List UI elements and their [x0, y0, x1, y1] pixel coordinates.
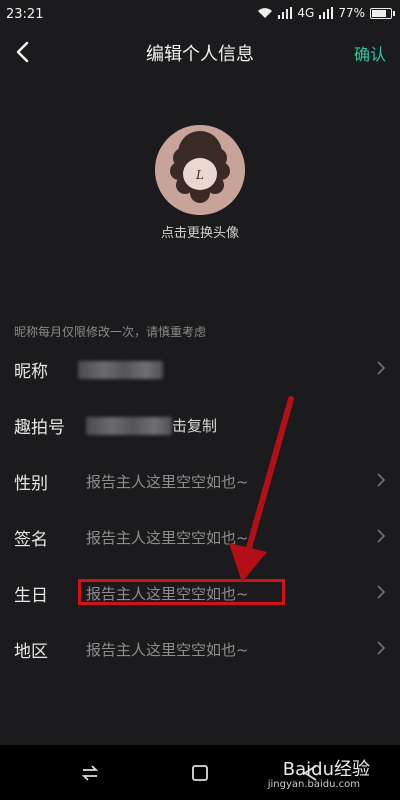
battery-fill — [372, 9, 386, 17]
row-id[interactable]: 趣拍号 击复制 — [0, 397, 400, 453]
blurred-id — [86, 417, 172, 435]
row-nickname[interactable]: 昵称 — [0, 341, 400, 397]
chevron-right-icon — [377, 641, 386, 655]
chevron-right-icon — [377, 473, 386, 487]
battery-icon — [370, 7, 395, 19]
status-time: 23:21 — [6, 7, 44, 22]
switch-arrows-icon[interactable] — [80, 763, 100, 783]
row-label: 性别 — [14, 474, 48, 494]
nickname-note: 昵称每月仅限修改一次，请慎重考虑 — [14, 325, 207, 339]
row-label: 生日 — [14, 586, 48, 606]
row-region[interactable]: 地区 报告主人这里空空如也~ — [0, 621, 400, 677]
row-gender[interactable]: 性别 报告主人这里空空如也~ — [0, 453, 400, 509]
status-bar: 23:21 4G 77% — [0, 0, 400, 30]
avatar-image: L — [155, 125, 245, 215]
row-label: 昵称 — [14, 362, 48, 382]
status-icons: 4G 77% — [257, 6, 395, 20]
home-square-icon[interactable] — [190, 763, 210, 783]
confirm-button[interactable]: 确认 — [354, 41, 386, 65]
avatar-initial: L — [195, 168, 204, 182]
row-label: 签名 — [14, 530, 48, 550]
wifi-icon — [258, 8, 273, 18]
annotation-arrow-icon — [229, 396, 294, 582]
change-avatar-label[interactable]: 点击更换头像 — [0, 222, 400, 241]
avatar[interactable]: L — [155, 125, 245, 215]
row-label: 趣拍号 — [14, 418, 65, 438]
nav-bar: 编辑个人信息 确认 — [0, 30, 400, 74]
row-signature[interactable]: 签名 报告主人这里空空如也~ — [0, 509, 400, 565]
network-type: 4G — [297, 6, 315, 20]
battery-percent: 77% — [338, 6, 365, 20]
baidu-watermark: Baidu经验 — [282, 759, 370, 780]
chevron-right-icon — [377, 361, 386, 375]
signal-icon-2 — [319, 7, 334, 19]
row-value: 报告主人这里空空如也~ — [86, 641, 249, 659]
chevron-right-icon — [377, 585, 386, 599]
row-label: 地区 — [14, 642, 48, 662]
blurred-nickname — [78, 361, 163, 379]
chevron-right-icon — [377, 529, 386, 543]
copy-hint[interactable]: 击复制 — [172, 415, 217, 436]
signal-icon — [278, 7, 293, 19]
system-nav-bar: Baidu经验 jingyan.baidu.com — [0, 745, 400, 800]
baidu-watermark-url: jingyan.baidu.com — [267, 779, 360, 790]
page-title: 编辑个人信息 — [146, 44, 254, 65]
